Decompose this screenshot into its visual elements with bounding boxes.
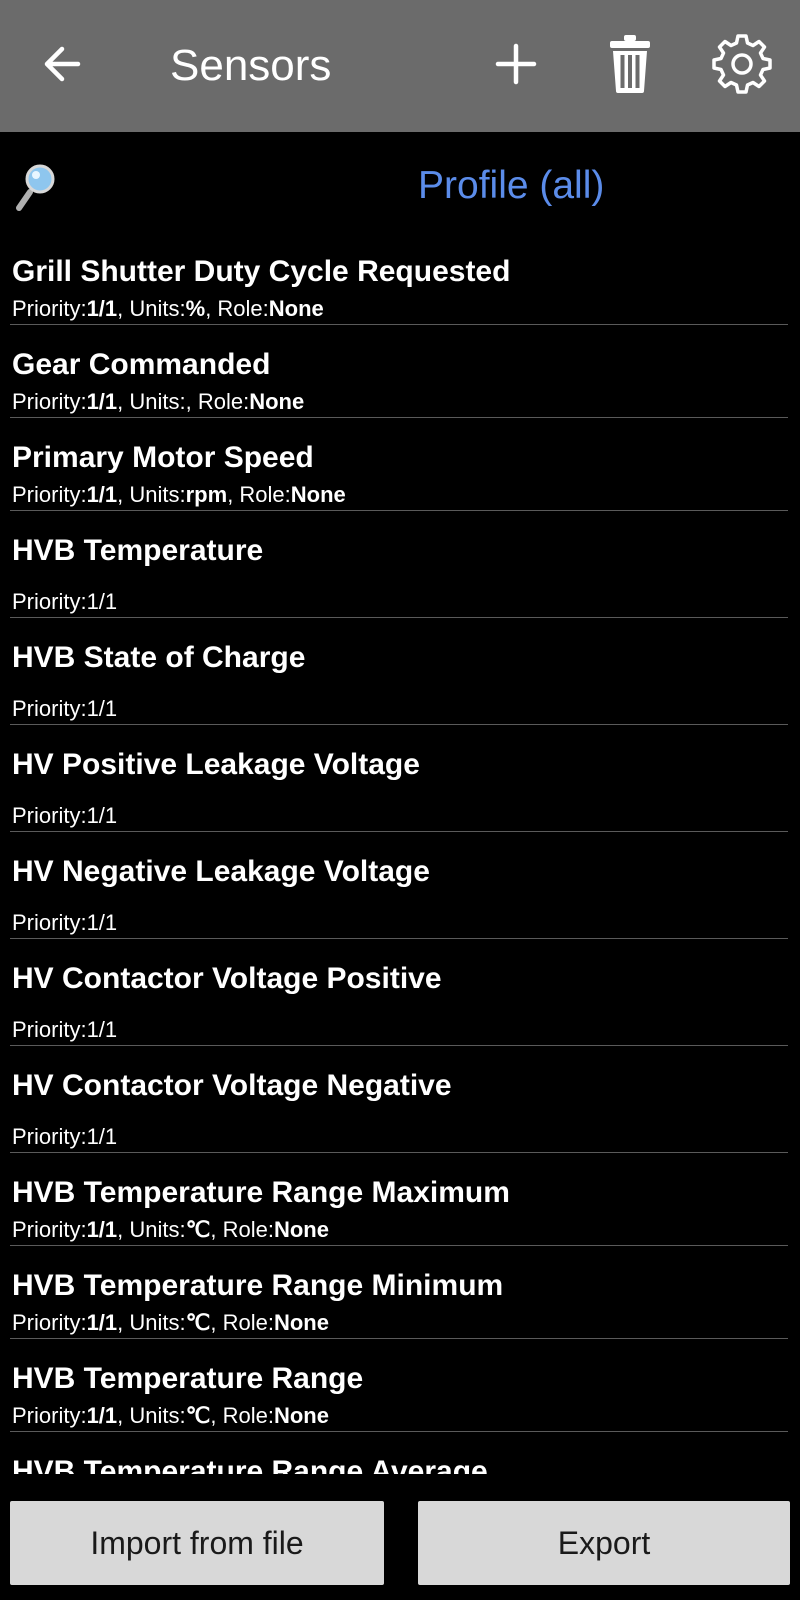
units-label: , Units: [117,389,186,414]
arrow-left-icon[interactable] [38,38,90,90]
role-label: , Role: [210,1310,274,1335]
sensor-details: Priority:1/1 [12,589,117,615]
export-button[interactable]: Export [418,1501,790,1585]
sensor-list-item[interactable]: HV Contactor Voltage Negative Priority:1/… [0,1046,800,1153]
priority-value: 1/1 [86,1217,118,1242]
priority-label: Priority: [12,696,87,721]
sensor-list-item[interactable]: HVB State of Charge Priority:1/1 [0,618,800,725]
sensor-name: HVB Temperature Range Maximum [12,1176,510,1209]
profile-filter[interactable]: Profile (all) [418,161,604,211]
sensor-list-item[interactable]: HVB Temperature Priority:1/1 [0,511,800,618]
sensor-name: HVB Temperature [12,534,264,567]
units-label: , Units: [117,1310,186,1335]
sensor-details: Priority:1/1 [12,1124,117,1150]
units-value: ℃ [185,1310,211,1335]
sensor-list-item[interactable]: Gear Commanded Priority:1/1, Units:, Role… [0,325,800,418]
role-value: None [290,482,346,507]
magnifier-icon[interactable] [14,162,58,212]
sensor-details: Priority:1/1, Units:℃, Role:None [12,1310,329,1336]
sensor-list-item[interactable]: HV Contactor Voltage Positive Priority:1/… [0,939,800,1046]
priority-value: 1/1 [86,296,118,321]
import-from-file-button[interactable]: Import from file [10,1501,384,1585]
role-label: , Role: [205,296,269,321]
sensor-details: Priority:1/1, Units:, Role:None [12,389,304,415]
priority-label: Priority: [12,589,87,614]
sensor-details: Priority:1/1 [12,803,117,829]
role-value: None [268,296,324,321]
app-bar: Sensors [0,0,800,132]
priority-label: Priority: [12,389,87,414]
sensor-list-item[interactable]: HV Positive Leakage Voltage Priority:1/1 [0,725,800,832]
units-value: % [185,296,206,321]
sensor-list-item[interactable]: HVB Temperature Range Priority:1/1, Units… [0,1339,800,1432]
units-label: , Units: [117,482,186,507]
units-value: rpm [185,482,228,507]
sensor-name: HV Negative Leakage Voltage [12,855,430,888]
page-title: Sensors [170,41,332,90]
sensor-list-item[interactable]: Primary Motor Speed Priority:1/1, Units:r… [0,418,800,511]
role-value: None [273,1217,329,1242]
priority-value: 1/1 [86,1403,118,1428]
gear-icon[interactable] [710,32,774,96]
sensor-list-item[interactable]: HVB Temperature Range Maximum Priority:1/… [0,1153,800,1246]
sensor-name: HV Contactor Voltage Positive [12,962,442,995]
role-label: , Role: [210,1217,274,1242]
priority-label: Priority: [12,1017,87,1042]
role-value: None [273,1403,329,1428]
trash-icon[interactable] [598,32,662,96]
sensor-details: Priority:1/1 [12,696,117,722]
priority-value: 1/1 [86,589,118,614]
priority-label: Priority: [12,1217,87,1242]
sensor-details: Priority:1/1 [12,1017,117,1043]
role-label: , Role: [185,389,250,414]
sensor-details: Priority:1/1, Units:℃, Role:None [12,1217,329,1243]
filter-row: Profile (all) [0,152,800,222]
priority-label: Priority: [12,1403,87,1428]
sensor-name: HVB State of Charge [12,641,306,674]
role-label: , Role: [210,1403,274,1428]
role-label: , Role: [227,482,291,507]
sensor-list-item[interactable]: HV Negative Leakage Voltage Priority:1/1 [0,832,800,939]
sensor-name: HVB Temperature Range Average [12,1455,488,1474]
sensor-name: Primary Motor Speed [12,441,314,474]
sensor-details: Priority:1/1, Units:%, Role:None [12,296,324,322]
units-label: , Units: [117,1403,186,1428]
sensor-list: Grill Shutter Duty Cycle Requested Priori… [0,232,800,1474]
priority-value: 1/1 [86,1124,118,1149]
priority-label: Priority: [12,803,87,828]
priority-label: Priority: [12,1124,87,1149]
units-label: , Units: [117,296,186,321]
priority-value: 1/1 [86,389,118,414]
priority-value: 1/1 [86,482,118,507]
sensor-list-item[interactable]: HVB Temperature Range Minimum Priority:1/… [0,1246,800,1339]
priority-label: Priority: [12,296,87,321]
role-value: None [273,1310,329,1335]
bottom-bar: Import from file Export [0,1486,800,1600]
priority-label: Priority: [12,910,87,935]
units-label: , Units: [117,1217,186,1242]
priority-value: 1/1 [86,803,118,828]
sensor-name: HVB Temperature Range Minimum [12,1269,504,1302]
plus-icon[interactable] [484,32,548,96]
sensor-name: Grill Shutter Duty Cycle Requested [12,255,511,288]
priority-label: Priority: [12,1310,87,1335]
sensor-name: HV Positive Leakage Voltage [12,748,420,781]
sensor-details: Priority:1/1 [12,910,117,936]
sensor-name: Gear Commanded [12,348,271,381]
sensor-details: Priority:1/1, Units:rpm, Role:None [12,482,346,508]
units-value: ℃ [185,1403,211,1428]
priority-value: 1/1 [86,696,118,721]
priority-value: 1/1 [86,1017,118,1042]
sensor-details: Priority:1/1, Units:℃, Role:None [12,1403,329,1429]
sensor-name: HVB Temperature Range [12,1362,364,1395]
role-value: None [249,389,305,414]
sensor-list-item[interactable]: Grill Shutter Duty Cycle Requested Priori… [0,232,800,325]
sensor-name: HV Contactor Voltage Negative [12,1069,452,1102]
priority-value: 1/1 [86,910,118,935]
priority-value: 1/1 [86,1310,118,1335]
sensor-list-item[interactable]: HVB Temperature Range AveragePriority:1/… [0,1432,800,1474]
units-value: ℃ [185,1217,211,1242]
priority-label: Priority: [12,482,87,507]
